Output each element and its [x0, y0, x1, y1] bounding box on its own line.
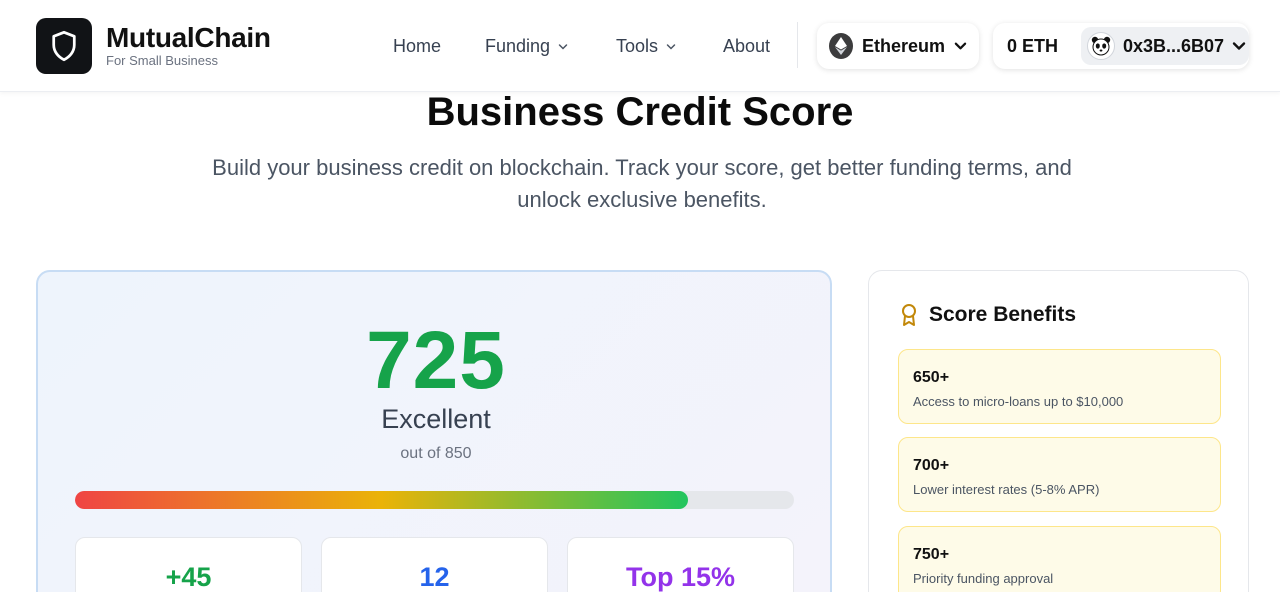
nav-tools-label: Tools [616, 36, 659, 56]
score-progress-fill [75, 491, 689, 509]
chevron-down-icon [666, 43, 676, 50]
stat-change-value: +45 [165, 562, 212, 592]
nav-tools[interactable]: Tools [616, 36, 676, 57]
network-label: Ethereum [862, 35, 946, 56]
top-navbar: MutualChain For Small Business Home Fund… [0, 0, 1280, 92]
chevron-down-icon [1232, 42, 1246, 50]
nav-home-label: Home [393, 36, 442, 56]
avatar [1087, 32, 1115, 60]
benefit-item: 650+ Access to micro-loans up to $10,000 [898, 349, 1221, 424]
page-subtitle: Build your business credit on blockchain… [212, 155, 1072, 212]
benefit-tier: 750+ [913, 546, 950, 563]
score-progress-bar [75, 491, 794, 509]
nav-funding-label: Funding [485, 36, 551, 56]
nav-about-label: About [723, 36, 771, 56]
benefit-desc: Access to micro-loans up to $10,000 [913, 394, 1124, 409]
benefit-tier: 650+ [913, 369, 950, 386]
brand-name: MutualChain [106, 22, 271, 53]
benefits-title: Score Benefits [929, 303, 1077, 326]
nav-funding[interactable]: Funding [485, 36, 568, 57]
ethereum-icon [829, 33, 854, 59]
chevron-down-icon [558, 43, 568, 50]
score-rating: Excellent [381, 404, 491, 434]
score-max: out of 850 [400, 445, 472, 462]
benefit-tier: 700+ [913, 457, 950, 474]
stat-card-change: +45 [75, 537, 302, 592]
stat-card-rank: Top 15% [567, 537, 794, 592]
panda-icon [1091, 36, 1111, 56]
account-button[interactable]: 0x3B...6B07 [1081, 27, 1249, 65]
nav-about[interactable]: About [723, 36, 770, 57]
award-icon [902, 304, 916, 326]
nav-divider [797, 22, 798, 68]
credit-score-card: 725 Excellent out of 850 +45 12 Top 15% [36, 270, 832, 592]
benefit-desc: Lower interest rates (5-8% APR) [913, 482, 1100, 497]
wallet-balance: 0 ETH [1007, 35, 1059, 56]
benefits-header: Score Benefits [899, 303, 1076, 327]
page-title: Business Credit Score [426, 90, 854, 134]
logo[interactable] [36, 18, 92, 74]
stat-count-value: 12 [419, 562, 450, 592]
stat-rank-value: Top 15% [625, 562, 735, 592]
benefit-desc: Priority funding approval [913, 571, 1054, 586]
score-benefits-card: Score Benefits 650+ Access to micro-loan… [868, 270, 1249, 592]
shield-icon [52, 30, 76, 62]
chevron-down-icon [954, 42, 967, 50]
score-value: 725 [366, 315, 506, 406]
wallet-widget: 0 ETH 0x3B...6B07 [993, 23, 1249, 69]
brand-tagline: For Small Business [106, 53, 218, 68]
benefit-item: 700+ Lower interest rates (5-8% APR) [898, 437, 1221, 512]
benefit-item: 750+ Priority funding approval [898, 526, 1221, 592]
nav-home[interactable]: Home [393, 36, 441, 57]
network-selector[interactable]: Ethereum [817, 23, 979, 69]
stat-card-count: 12 [321, 537, 548, 592]
wallet-address: 0x3B...6B07 [1123, 35, 1225, 56]
